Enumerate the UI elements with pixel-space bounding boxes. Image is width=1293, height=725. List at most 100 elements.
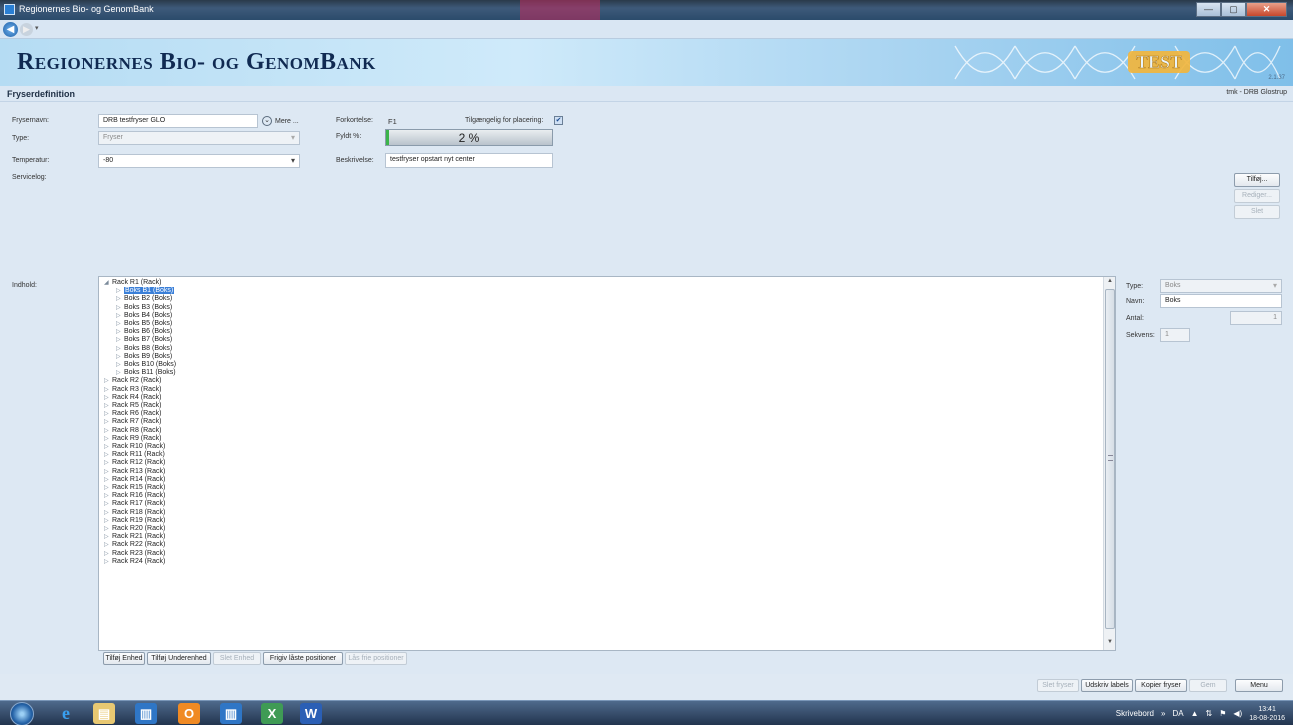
frysernavn-field[interactable]: DRB testfryser GLO	[98, 114, 258, 128]
tree-box-row[interactable]: ▷ Boks B8 (Boks)	[116, 345, 172, 353]
tree-rack-row[interactable]: ▷ Rack R9 (Rack)	[104, 435, 161, 443]
collapsed-triangle-icon[interactable]: ▷	[104, 377, 112, 384]
delete-unit-button[interactable]: Slet Enhed	[213, 652, 261, 665]
print-labels-button[interactable]: Udskriv labels	[1081, 679, 1133, 692]
collapsed-triangle-icon[interactable]: ▷	[116, 353, 124, 360]
type-select[interactable]: Fryser	[98, 131, 300, 145]
collapsed-triangle-icon[interactable]: ▷	[104, 525, 112, 532]
back-arrow-icon[interactable]: ◀	[3, 22, 18, 37]
tree-box-row[interactable]: ▷ Boks B7 (Boks)	[116, 336, 172, 344]
lock-free-positions-button[interactable]: Lås frie positioner	[345, 652, 407, 665]
tree-box-row[interactable]: ▷ Boks B11 (Boks)	[116, 369, 176, 377]
collapsed-triangle-icon[interactable]: ▷	[116, 328, 124, 335]
collapsed-triangle-icon[interactable]: ▷	[116, 312, 124, 319]
mere-button[interactable]: ⌄ Mere ...	[262, 116, 299, 126]
scroll-down-icon[interactable]: ▼	[1105, 639, 1115, 649]
collapsed-triangle-icon[interactable]: ▷	[104, 484, 112, 491]
collapsed-triangle-icon[interactable]: ▷	[104, 492, 112, 499]
tree-rack-row[interactable]: ▷ Rack R4 (Rack)	[104, 394, 161, 402]
scroll-thumb[interactable]	[1105, 289, 1115, 629]
language-indicator[interactable]: DA	[1172, 709, 1183, 718]
tree-box-row[interactable]: ▷ Boks B6 (Boks)	[116, 328, 172, 336]
tree-rack-row[interactable]: ▷ Rack R3 (Rack)	[104, 386, 161, 394]
tree-rack-row[interactable]: ▷ Rack R6 (Rack)	[104, 410, 161, 418]
collapsed-triangle-icon[interactable]: ▷	[116, 345, 124, 352]
servicelog-delete-button[interactable]: Slet	[1234, 205, 1280, 219]
collapsed-triangle-icon[interactable]: ▷	[104, 427, 112, 434]
collapsed-triangle-icon[interactable]: ▷	[104, 533, 112, 540]
collapsed-triangle-icon[interactable]: ▷	[104, 459, 112, 466]
tree-rack-row[interactable]: ▷ Rack R23 (Rack)	[104, 550, 165, 558]
tilgaengelig-checkbox[interactable]: ✔	[554, 116, 563, 125]
collapsed-triangle-icon[interactable]: ▷	[104, 443, 112, 450]
tree-rack-row[interactable]: ▷ Rack R2 (Rack)	[104, 377, 161, 385]
collapsed-triangle-icon[interactable]: ▷	[104, 435, 112, 442]
clock[interactable]: 13:41 18-08-2016	[1249, 705, 1285, 723]
app-icon-2[interactable]: ▥	[220, 703, 242, 724]
collapsed-triangle-icon[interactable]: ▷	[116, 320, 124, 327]
tree-rack-row[interactable]: ▷ Rack R17 (Rack)	[104, 500, 165, 508]
tree-box-row[interactable]: ▷ Boks B4 (Boks)	[116, 312, 172, 320]
detail-antal-field[interactable]: 1	[1230, 311, 1282, 325]
add-unit-button[interactable]: Tilføj Enhed	[103, 652, 145, 665]
temperatur-select[interactable]: -80	[98, 154, 300, 168]
delete-freezer-button[interactable]: Slet fryser	[1037, 679, 1079, 692]
release-locked-positions-button[interactable]: Frigiv låste positioner	[263, 652, 343, 665]
tree-rack-row[interactable]: ▷ Rack R19 (Rack)	[104, 517, 165, 525]
add-subunit-button[interactable]: Tilføj Underenhed	[147, 652, 211, 665]
tree-scrollbar[interactable]: ▲ ▼	[1103, 277, 1115, 650]
tree-box-row[interactable]: ▷ Boks B9 (Boks)	[116, 353, 172, 361]
scroll-up-icon[interactable]: ▲	[1105, 278, 1115, 288]
save-button[interactable]: Gem	[1189, 679, 1227, 692]
tree-rack-row[interactable]: ▷ Rack R11 (Rack)	[104, 451, 165, 459]
outlook-icon[interactable]: O	[178, 703, 200, 724]
tree-rack-row[interactable]: ▷ Rack R14 (Rack)	[104, 476, 165, 484]
collapsed-triangle-icon[interactable]: ▷	[116, 336, 124, 343]
tree-rack-row[interactable]: ▷ Rack R7 (Rack)	[104, 418, 161, 426]
desktop-toolbar-label[interactable]: Skrivebord	[1116, 709, 1154, 718]
collapsed-triangle-icon[interactable]: ▷	[104, 517, 112, 524]
collapsed-triangle-icon[interactable]: ▷	[104, 451, 112, 458]
history-dropdown-icon[interactable]: ▾	[35, 24, 39, 32]
file-explorer-icon[interactable]: ▤	[93, 703, 115, 724]
tree-box-row[interactable]: ▷ Boks B10 (Boks)	[116, 361, 176, 369]
collapsed-triangle-icon[interactable]: ▷	[116, 304, 124, 311]
tree-box-row[interactable]: ▷ Boks B5 (Boks)	[116, 320, 172, 328]
tree-rack-row[interactable]: ▷ Rack R21 (Rack)	[104, 533, 165, 541]
servicelog-edit-button[interactable]: Rediger...	[1234, 189, 1280, 203]
network-icon[interactable]: ⇅	[1205, 709, 1212, 718]
tree-rack-row[interactable]: ▷ Rack R12 (Rack)	[104, 459, 165, 467]
tree-rack-row[interactable]: ▷ Rack R20 (Rack)	[104, 525, 165, 533]
excel-icon[interactable]: X	[261, 703, 283, 724]
collapsed-triangle-icon[interactable]: ▷	[116, 287, 124, 294]
collapsed-triangle-icon[interactable]: ▷	[104, 402, 112, 409]
tree-rack-row[interactable]: ▷ Rack R24 (Rack)	[104, 558, 165, 566]
expanded-triangle-icon[interactable]: ◢	[104, 279, 112, 286]
window-title-bar[interactable]: Regionernes Bio- og GenomBank — ▢ ✕	[0, 0, 1293, 20]
forward-arrow-icon[interactable]: ▶	[20, 23, 33, 36]
tree-rack-row[interactable]: ▷ Rack R22 (Rack)	[104, 541, 165, 549]
detail-sekvens-field[interactable]: 1	[1160, 328, 1190, 342]
action-center-icon[interactable]: ⚑	[1219, 709, 1226, 718]
collapsed-triangle-icon[interactable]: ▷	[116, 361, 124, 368]
collapsed-triangle-icon[interactable]: ▷	[104, 550, 112, 557]
app-icon-1[interactable]: ▥	[135, 703, 157, 724]
collapsed-triangle-icon[interactable]: ▷	[104, 386, 112, 393]
collapsed-triangle-icon[interactable]: ▷	[104, 509, 112, 516]
internet-explorer-icon[interactable]: e	[55, 703, 77, 724]
maximize-button[interactable]: ▢	[1221, 2, 1246, 17]
collapsed-triangle-icon[interactable]: ▷	[104, 418, 112, 425]
collapsed-triangle-icon[interactable]: ▷	[104, 468, 112, 475]
close-button[interactable]: ✕	[1246, 2, 1287, 17]
detail-type-select[interactable]: Boks	[1160, 279, 1282, 293]
tree-rack-row[interactable]: ▷ Rack R15 (Rack)	[104, 484, 165, 492]
tree-box-row[interactable]: ▷ Boks B2 (Boks)	[116, 295, 172, 303]
start-button[interactable]	[10, 702, 34, 725]
collapsed-triangle-icon[interactable]: ▷	[116, 295, 124, 302]
show-hidden-icons-icon[interactable]: ▲	[1191, 709, 1199, 718]
menu-button[interactable]: Menu	[1235, 679, 1283, 692]
tree-rack-row[interactable]: ▷ Rack R16 (Rack)	[104, 492, 165, 500]
servicelog-add-button[interactable]: Tilføj...	[1234, 173, 1280, 187]
detail-navn-field[interactable]: Boks	[1160, 294, 1282, 308]
toolbar-chevron-icon[interactable]: »	[1161, 709, 1165, 718]
